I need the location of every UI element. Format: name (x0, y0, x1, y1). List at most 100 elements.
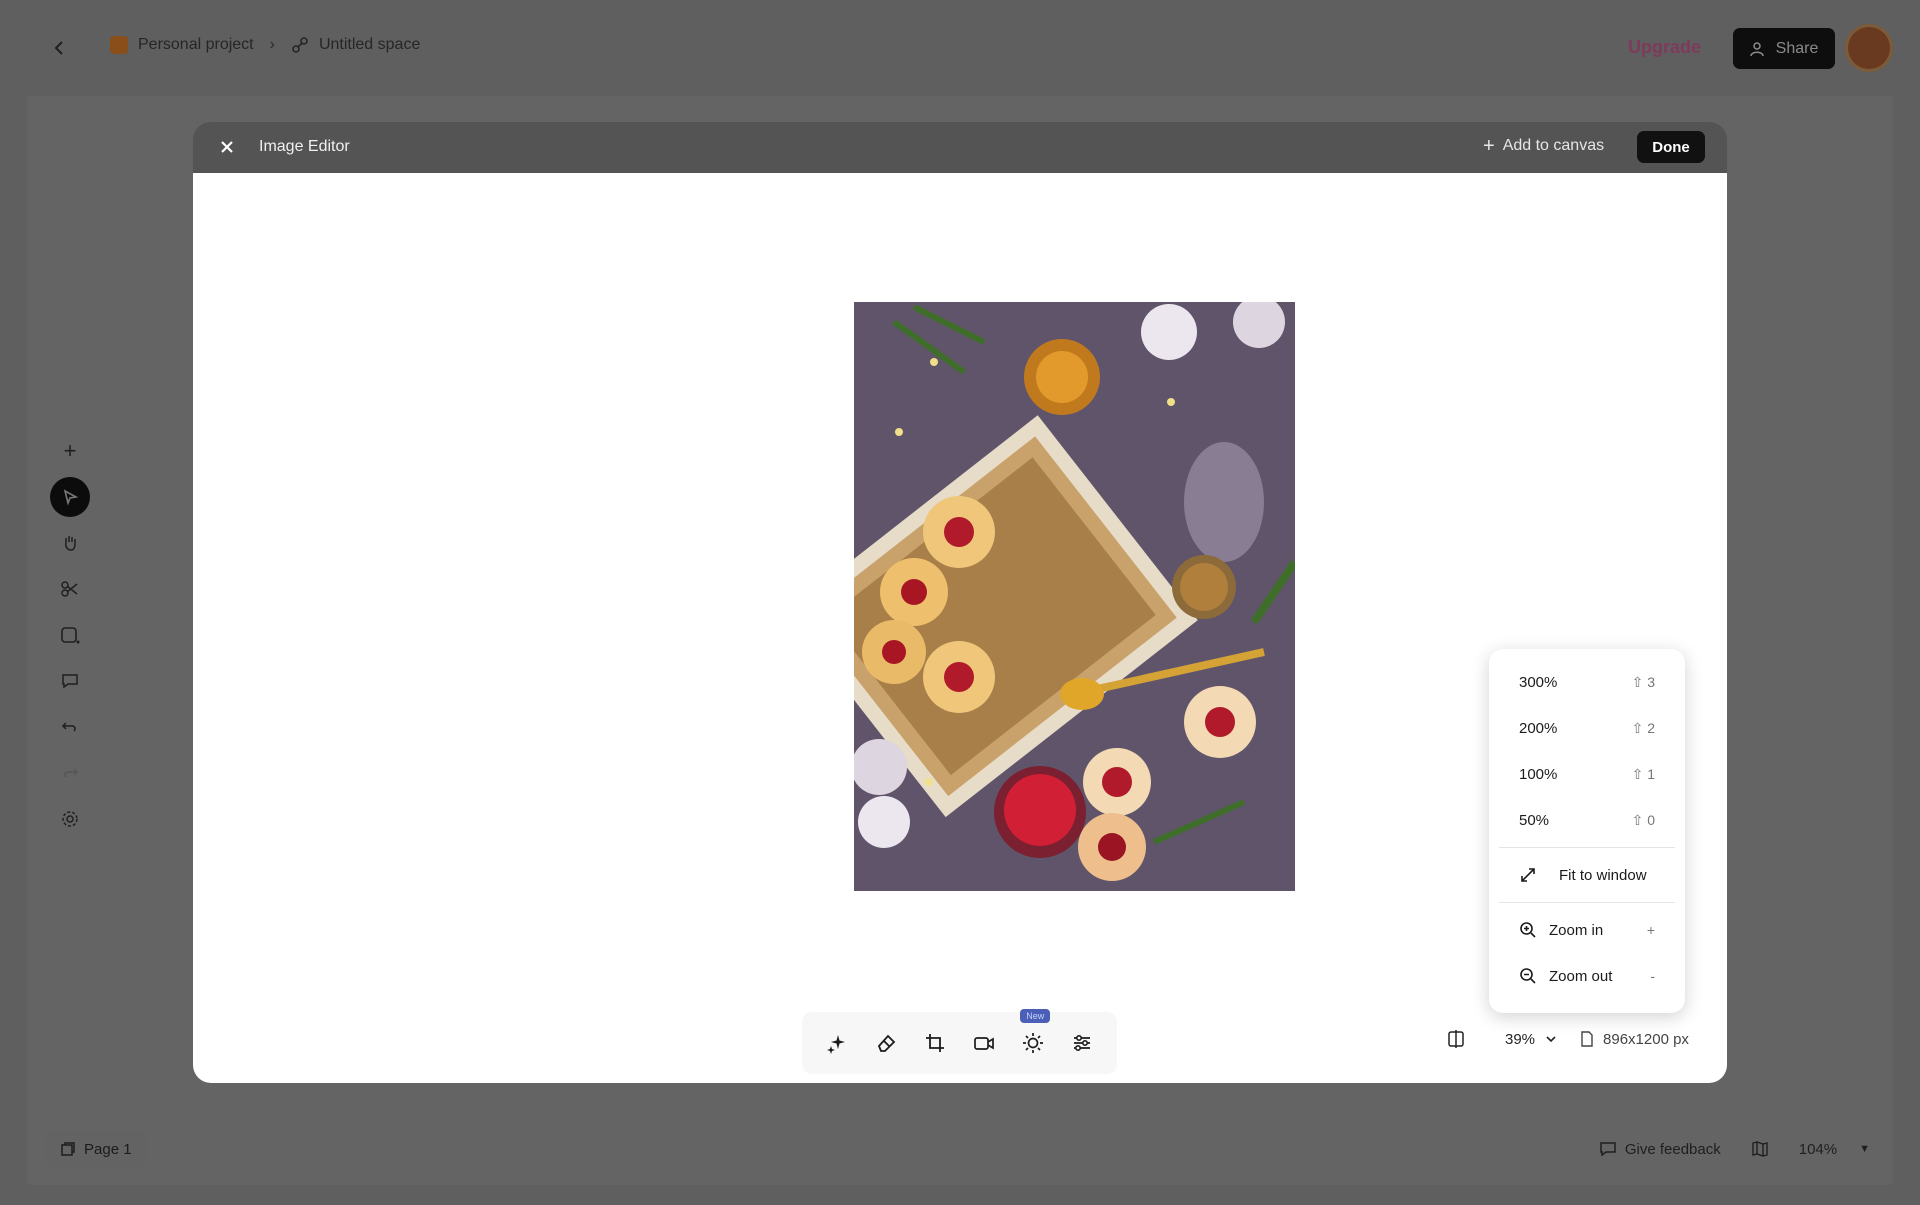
cut-tool-button[interactable] (50, 569, 90, 609)
editor-canvas: New 39% 896x1200 px 300% ⇧ 3 200% ⇧ 2 10… (193, 173, 1727, 1083)
zoom-out-icon (1520, 968, 1536, 984)
back-button[interactable] (40, 30, 80, 66)
edited-image[interactable] (854, 302, 1295, 891)
bottom-right-controls: Give feedback 104% ▼ (1599, 1131, 1870, 1167)
map-button[interactable] (1751, 1140, 1769, 1158)
editor-header: Image Editor + Add to canvas Done (193, 122, 1727, 173)
share-label: Share (1775, 39, 1819, 57)
crop-button[interactable] (916, 1024, 954, 1062)
zoom-select[interactable]: 39% (1479, 1031, 1565, 1048)
add-to-canvas-button[interactable]: + Add to canvas (1483, 136, 1605, 156)
zoom-preset-50[interactable]: 50% ⇧ 0 (1489, 797, 1685, 843)
eraser-button[interactable] (867, 1024, 905, 1062)
left-toolbar: + (46, 428, 94, 848)
zoom-value: 39% (1505, 1030, 1536, 1048)
zoom-controls: 39% 896x1200 px (1447, 1030, 1689, 1048)
select-tool-button[interactable] (50, 477, 90, 517)
redo-icon (64, 768, 79, 778)
zoom-menu: 300% ⇧ 3 200% ⇧ 2 100% ⇧ 1 50% ⇧ 0 Fit t… (1489, 649, 1685, 1013)
light-button[interactable]: New (1014, 1009, 1052, 1062)
hand-tool-button[interactable] (50, 523, 90, 563)
give-feedback-button[interactable]: Give feedback (1599, 1140, 1721, 1158)
zoom-preset-300[interactable]: 300% ⇧ 3 (1489, 659, 1685, 705)
close-editor-button[interactable] (215, 135, 239, 159)
chevron-down-icon (1546, 1036, 1556, 1043)
magic-sparkle-icon (826, 1035, 845, 1054)
zoom-preset-shortcut: ⇧ 1 (1631, 765, 1655, 782)
feedback-icon (1600, 1142, 1616, 1157)
zoom-out-item[interactable]: Zoom out - (1489, 953, 1685, 999)
chevron-right-icon: › (269, 36, 275, 53)
image-editor-modal: Image Editor + Add to canvas Done New 39… (193, 122, 1727, 1083)
breadcrumb-project[interactable]: Personal project (138, 36, 254, 54)
chevron-left-icon (54, 41, 63, 55)
zoom-in-shortcut: + (1646, 922, 1655, 938)
compare-icon (1448, 1030, 1464, 1048)
eraser-icon (877, 1034, 896, 1052)
scissors-icon (61, 581, 78, 597)
light-icon (1023, 1033, 1044, 1053)
page-selector[interactable]: Page 1 (46, 1131, 146, 1167)
upgrade-link[interactable]: Upgrade (1628, 37, 1701, 58)
menu-divider (1499, 902, 1675, 903)
add-tool-button[interactable]: + (50, 431, 90, 471)
camera-icon (974, 1037, 994, 1050)
zoom-preset-200[interactable]: 200% ⇧ 2 (1489, 705, 1685, 751)
expand-icon (1521, 868, 1535, 882)
food-photo-illustration (854, 302, 1295, 891)
zoom-preset-shortcut: ⇧ 3 (1631, 673, 1655, 690)
undo-icon (61, 722, 76, 732)
pages-icon (61, 1142, 75, 1156)
space-icon (292, 37, 308, 53)
zoom-out-label: Zoom out (1549, 967, 1613, 985)
zoom-preset-label: 300% (1519, 673, 1558, 691)
done-button[interactable]: Done (1637, 131, 1705, 163)
fit-to-window-label: Fit to window (1559, 866, 1647, 884)
crop-icon (925, 1034, 944, 1052)
map-icon (1752, 1141, 1768, 1157)
feedback-label: Give feedback (1624, 1140, 1721, 1158)
camera-button[interactable] (965, 1024, 1003, 1062)
undo-button[interactable] (50, 707, 90, 747)
zoom-in-icon (1520, 922, 1536, 938)
zoom-out-shortcut: - (1650, 968, 1655, 984)
select-icon (63, 489, 79, 506)
add-to-canvas-label: Add to canvas (1502, 137, 1605, 154)
fit-to-window-item[interactable]: Fit to window (1489, 852, 1685, 898)
redo-button[interactable] (50, 753, 90, 793)
zoom-preset-label: 100% (1519, 765, 1558, 783)
note-tool-button[interactable] (50, 615, 90, 655)
add-icon: + (63, 438, 77, 463)
zoom-preset-shortcut: ⇧ 0 (1631, 811, 1655, 828)
caret-down-icon: ▼ (1859, 1143, 1870, 1155)
avatar[interactable] (1848, 27, 1890, 69)
zoom-preset-shortcut: ⇧ 2 (1631, 719, 1655, 736)
editor-title: Image Editor (259, 138, 350, 155)
adjust-button[interactable] (1063, 1024, 1101, 1062)
compare-button[interactable] (1447, 1030, 1465, 1048)
zoom-preset-100[interactable]: 100% ⇧ 1 (1489, 751, 1685, 797)
image-size-info: 896x1200 px (1579, 1031, 1689, 1048)
editor-toolbar: New (802, 1009, 1117, 1074)
top-bar: Personal project › Untitled space Upgrad… (0, 0, 1920, 96)
file-icon (1581, 1031, 1593, 1047)
new-badge: New (1020, 1009, 1051, 1023)
users-icon (1749, 41, 1764, 56)
breadcrumb: Personal project › Untitled space (110, 36, 420, 54)
magic-edit-button[interactable] (818, 1024, 856, 1062)
settings-button[interactable] (50, 799, 90, 839)
note-icon (61, 627, 80, 644)
breadcrumb-space[interactable]: Untitled space (319, 36, 420, 54)
project-icon (110, 36, 128, 54)
page-label: Page 1 (84, 1140, 132, 1158)
canvas-zoom-select[interactable]: 104% ▼ (1799, 1141, 1870, 1158)
settings-icon (62, 811, 78, 827)
share-button[interactable]: Share (1733, 28, 1835, 69)
hand-icon (65, 536, 76, 551)
zoom-in-item[interactable]: Zoom in + (1489, 907, 1685, 953)
zoom-in-label: Zoom in (1549, 921, 1604, 939)
zoom-preset-label: 50% (1519, 811, 1550, 829)
canvas-zoom-value: 104% (1798, 1140, 1838, 1158)
adjust-sliders-icon (1074, 1034, 1091, 1052)
comment-tool-button[interactable] (50, 661, 90, 701)
